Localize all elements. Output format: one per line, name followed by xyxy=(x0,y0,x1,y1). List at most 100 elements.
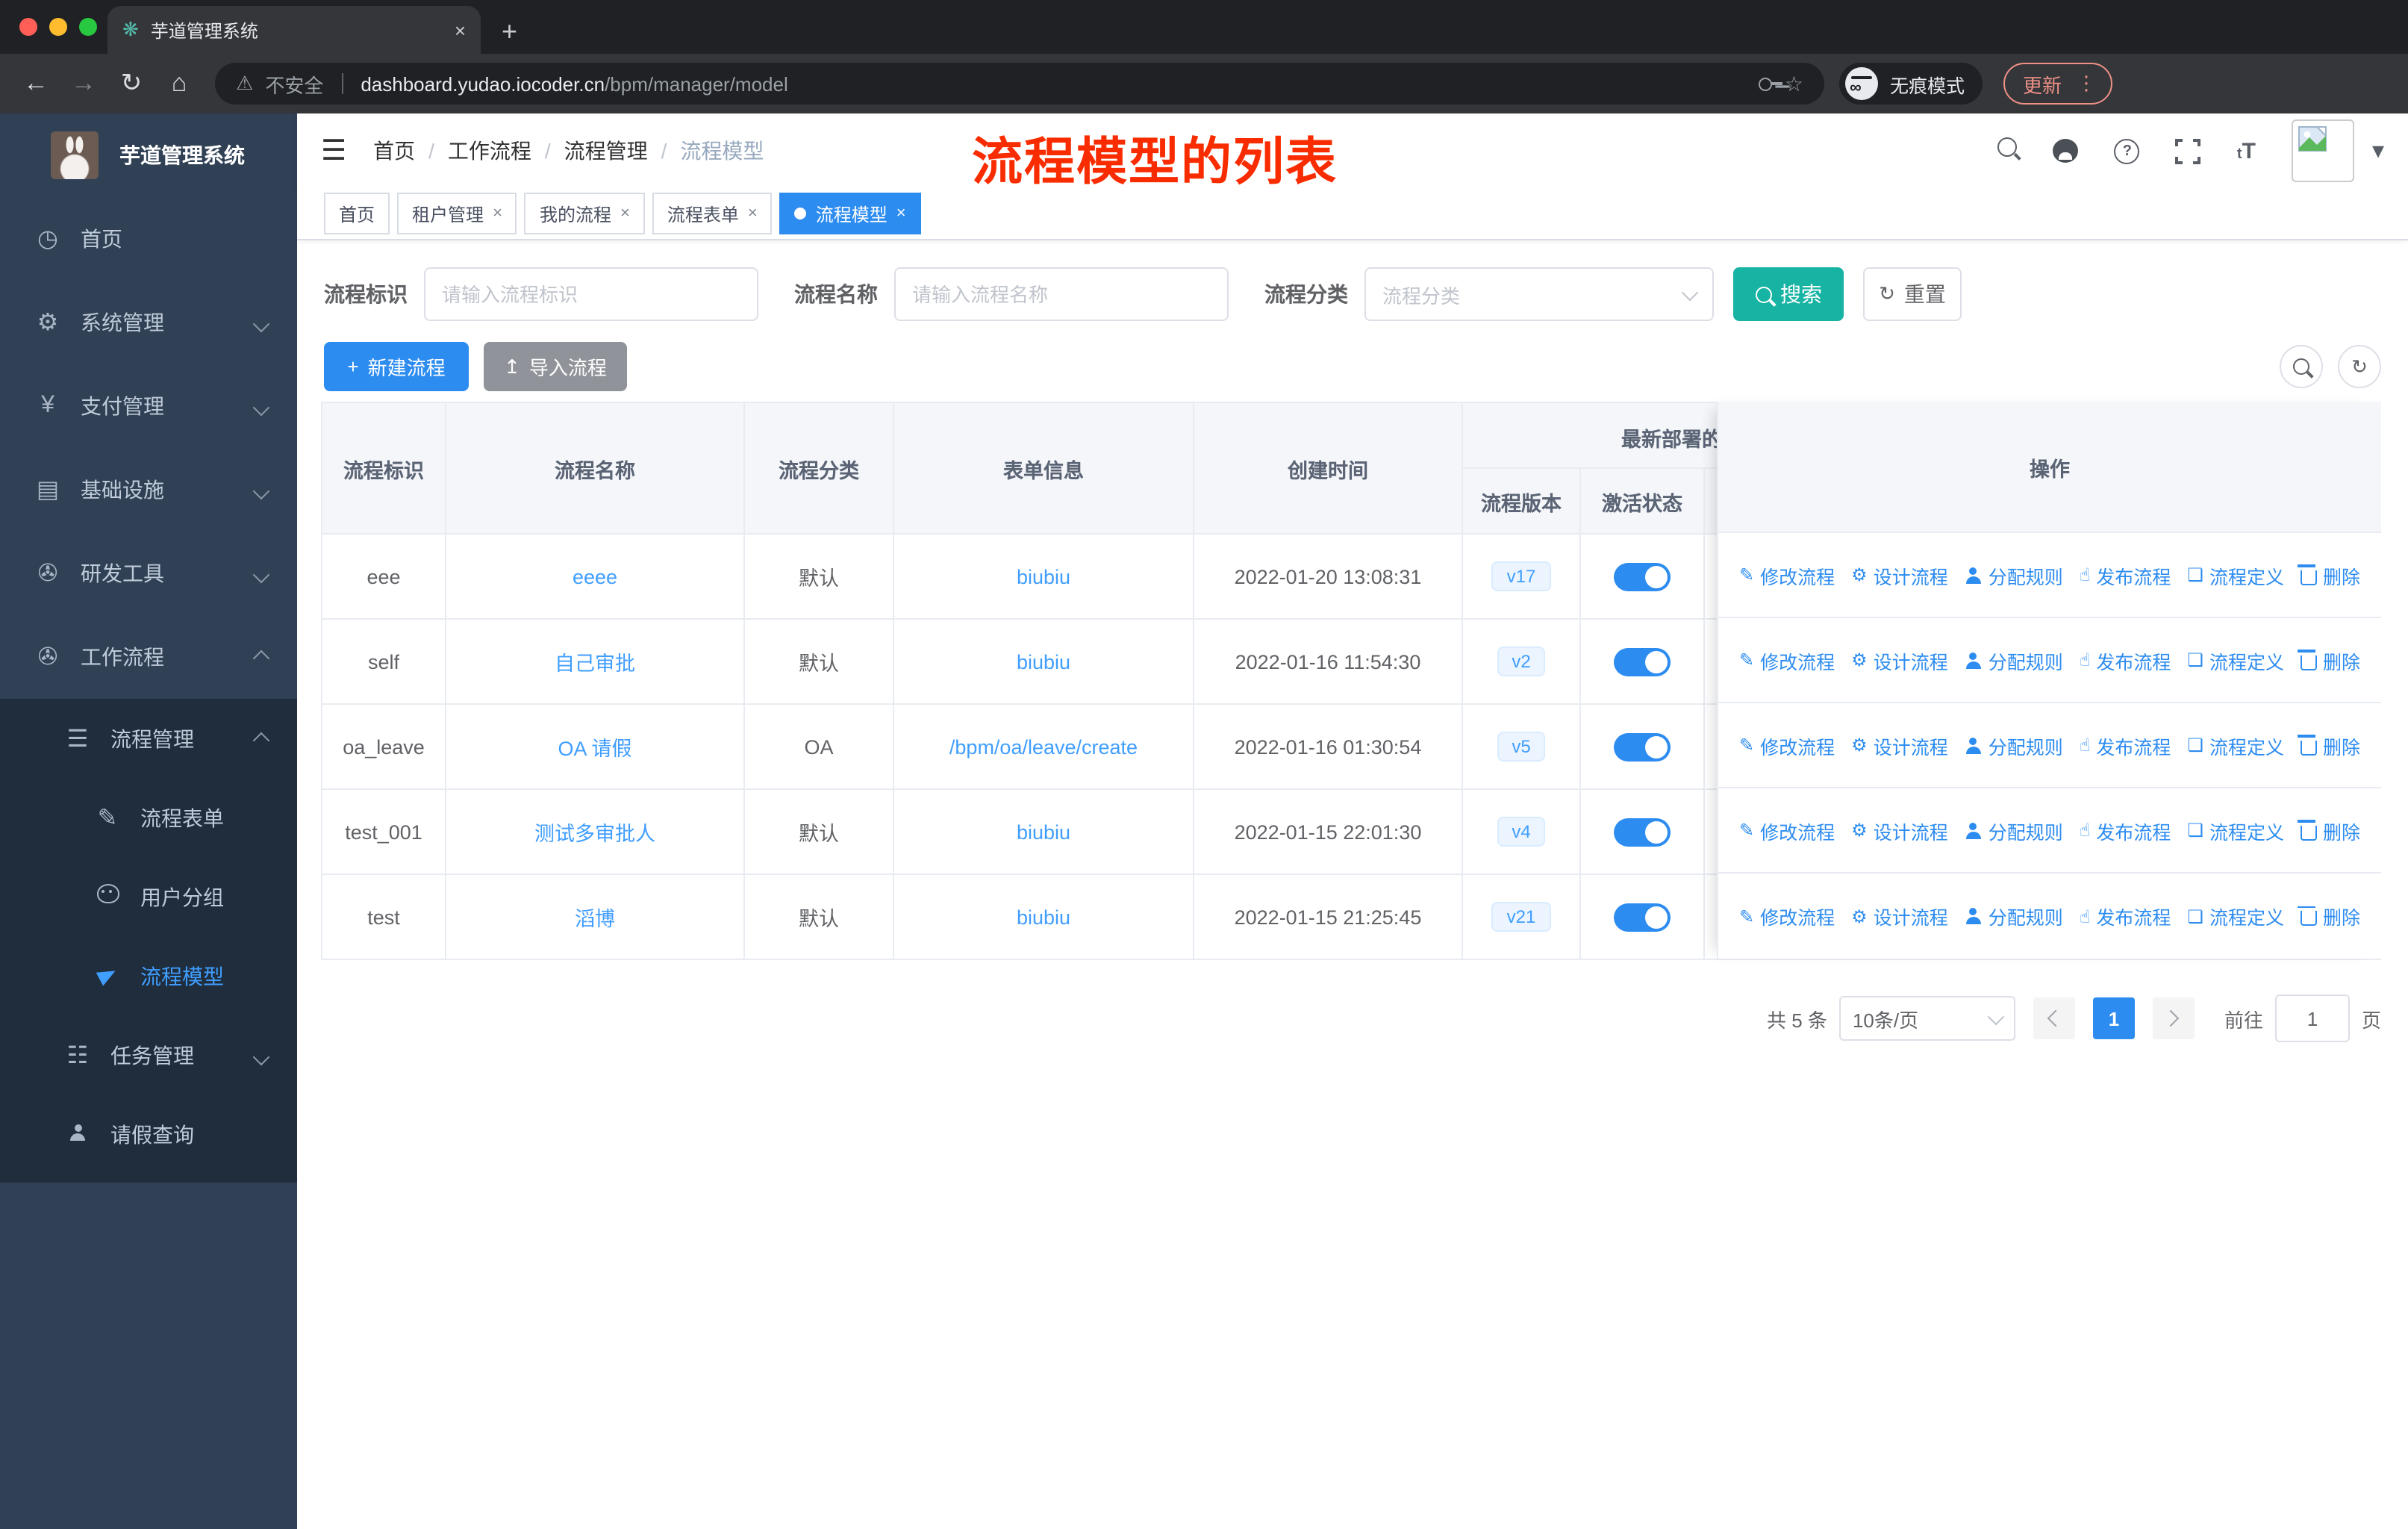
version-badge[interactable]: v21 xyxy=(1491,902,1551,932)
version-badge[interactable]: v5 xyxy=(1497,732,1546,762)
sidebar-item-process-model[interactable]: 流程模型 xyxy=(0,936,297,1015)
process-definition-link[interactable]: ❏ 流程定义 xyxy=(2187,646,2284,674)
bookmark-star-icon[interactable]: ☆ xyxy=(1785,71,1803,96)
chrome-update-button[interactable]: 更新 ⋮ xyxy=(2003,63,2113,105)
tag-home[interactable]: 首页 xyxy=(324,193,390,234)
tag-tenant[interactable]: 租户管理 × xyxy=(397,193,517,234)
assign-rule-link[interactable]: 分配规则 xyxy=(1965,816,2063,844)
breadcrumb-workflow[interactable]: 工作流程 xyxy=(448,136,531,166)
form-link[interactable]: biubiu xyxy=(894,790,1194,874)
edit-process-link[interactable]: ✎ 修改流程 xyxy=(1739,561,1835,589)
create-process-button[interactable]: + 新建流程 xyxy=(324,342,469,391)
active-toggle[interactable] xyxy=(1614,818,1671,846)
assign-rule-link[interactable]: 分配规则 xyxy=(1965,731,2063,759)
close-icon[interactable]: × xyxy=(493,205,502,222)
sidebar-item-user-group[interactable]: 用户分组 xyxy=(0,857,297,936)
close-icon[interactable]: × xyxy=(620,205,630,222)
design-process-link[interactable]: ⚙ 设计流程 xyxy=(1851,646,1948,674)
design-process-link[interactable]: ⚙ 设计流程 xyxy=(1851,561,1948,589)
font-size-icon[interactable]: tT xyxy=(2237,138,2256,164)
breadcrumb-home[interactable]: 首页 xyxy=(373,136,415,166)
forward-icon[interactable]: → xyxy=(63,69,105,99)
tag-process-model[interactable]: 流程模型 × xyxy=(779,193,921,234)
minimize-window-button[interactable] xyxy=(49,18,67,36)
version-badge[interactable]: v2 xyxy=(1497,647,1546,676)
sidebar-item-leave-query[interactable]: 请假查询 xyxy=(0,1094,297,1174)
refresh-table-button[interactable]: ↻ xyxy=(2338,345,2381,388)
sidebar-item-process-form[interactable]: ✎ 流程表单 xyxy=(0,778,297,857)
page-size-select[interactable]: 10条/页 xyxy=(1838,996,2015,1041)
design-process-link[interactable]: ⚙ 设计流程 xyxy=(1851,816,1948,844)
home-icon[interactable]: ⌂ xyxy=(158,69,200,99)
publish-process-link[interactable]: ☝ 发布流程 xyxy=(2080,902,2171,930)
tab-close-icon[interactable]: × xyxy=(455,19,466,41)
sidebar-item-payment[interactable]: ¥ 支付管理 xyxy=(0,364,297,448)
sidebar-item-devtools[interactable]: ✇ 研发工具 xyxy=(0,532,297,615)
search-button[interactable]: 搜索 xyxy=(1733,267,1844,321)
active-toggle[interactable] xyxy=(1614,732,1671,761)
model-name-link[interactable]: eeee xyxy=(446,535,745,618)
zoom-window-button[interactable] xyxy=(79,18,97,36)
sidebar-item-workflow[interactable]: ✇ 工作流程 xyxy=(0,615,297,699)
next-page-button[interactable] xyxy=(2152,997,2195,1039)
process-definition-link[interactable]: ❏ 流程定义 xyxy=(2187,731,2284,759)
model-name-link[interactable]: 自己审批 xyxy=(446,620,745,703)
assign-rule-link[interactable]: 分配规则 xyxy=(1965,902,2063,930)
caret-down-icon[interactable]: ▾ xyxy=(2372,136,2384,166)
publish-process-link[interactable]: ☝ 发布流程 xyxy=(2080,731,2171,759)
sidebar-item-task-management[interactable]: ☷ 任务管理 xyxy=(0,1015,297,1094)
toggle-search-button[interactable] xyxy=(2280,345,2323,388)
delete-link[interactable]: 删除 xyxy=(2298,902,2360,930)
sidebar-item-infrastructure[interactable]: ▤ 基础设施 xyxy=(0,448,297,532)
model-name-link[interactable]: OA 请假 xyxy=(446,705,745,788)
version-badge[interactable]: v4 xyxy=(1497,817,1546,847)
form-link[interactable]: biubiu xyxy=(894,535,1194,618)
process-id-input[interactable] xyxy=(424,267,758,321)
publish-process-link[interactable]: ☝ 发布流程 xyxy=(2080,646,2171,674)
model-name-link[interactable]: 测试多审批人 xyxy=(446,790,745,874)
edit-process-link[interactable]: ✎ 修改流程 xyxy=(1739,902,1835,930)
form-link[interactable]: /bpm/oa/leave/create xyxy=(894,705,1194,788)
edit-process-link[interactable]: ✎ 修改流程 xyxy=(1739,646,1835,674)
model-name-link[interactable]: 滔博 xyxy=(446,875,745,959)
delete-link[interactable]: 删除 xyxy=(2298,646,2360,674)
sidebar-item-home[interactable]: ◷ 首页 xyxy=(0,197,297,281)
design-process-link[interactable]: ⚙ 设计流程 xyxy=(1851,731,1948,759)
form-link[interactable]: biubiu xyxy=(894,875,1194,959)
search-icon[interactable] xyxy=(1997,137,2018,164)
not-secure-label[interactable]: 不安全 xyxy=(265,69,323,98)
delete-link[interactable]: 删除 xyxy=(2298,731,2360,759)
fullscreen-icon[interactable] xyxy=(2174,137,2203,165)
delete-link[interactable]: 删除 xyxy=(2298,816,2360,844)
process-definition-link[interactable]: ❏ 流程定义 xyxy=(2187,816,2284,844)
reset-button[interactable]: ↻ 重置 xyxy=(1863,267,1962,321)
process-definition-link[interactable]: ❏ 流程定义 xyxy=(2187,902,2284,930)
publish-process-link[interactable]: ☝ 发布流程 xyxy=(2080,561,2171,589)
process-definition-link[interactable]: ❏ 流程定义 xyxy=(2187,561,2284,589)
close-window-button[interactable] xyxy=(19,18,37,36)
import-process-button[interactable]: ↥ 导入流程 xyxy=(484,342,627,391)
breadcrumb-process-management[interactable]: 流程管理 xyxy=(564,136,648,166)
browser-menu-icon[interactable]: ⋮ xyxy=(2077,72,2096,96)
sidebar-item-process-management[interactable]: ☰ 流程管理 xyxy=(0,699,297,778)
form-link[interactable]: biubiu xyxy=(894,620,1194,703)
process-name-input[interactable] xyxy=(894,267,1229,321)
window-controls[interactable] xyxy=(19,18,97,36)
version-badge[interactable]: v17 xyxy=(1491,561,1551,591)
reload-icon[interactable]: ↻ xyxy=(110,69,152,99)
design-process-link[interactable]: ⚙ 设计流程 xyxy=(1851,902,1948,930)
prev-page-button[interactable] xyxy=(2033,997,2075,1039)
goto-page-input[interactable] xyxy=(2274,994,2350,1042)
user-avatar[interactable] xyxy=(2291,119,2354,182)
tag-process-form[interactable]: 流程表单 × xyxy=(652,193,773,234)
active-toggle[interactable] xyxy=(1614,903,1671,931)
close-icon[interactable]: × xyxy=(748,205,758,222)
browser-tab[interactable]: ❋ 芋道管理系统 × xyxy=(107,6,481,54)
close-icon[interactable]: × xyxy=(896,205,906,222)
delete-link[interactable]: 删除 xyxy=(2298,561,2360,589)
edit-process-link[interactable]: ✎ 修改流程 xyxy=(1739,731,1835,759)
github-icon[interactable] xyxy=(2053,139,2079,163)
password-key-icon[interactable] xyxy=(1759,77,1783,90)
active-toggle[interactable] xyxy=(1614,562,1671,591)
sidebar-item-system[interactable]: ⚙ 系统管理 xyxy=(0,281,297,364)
